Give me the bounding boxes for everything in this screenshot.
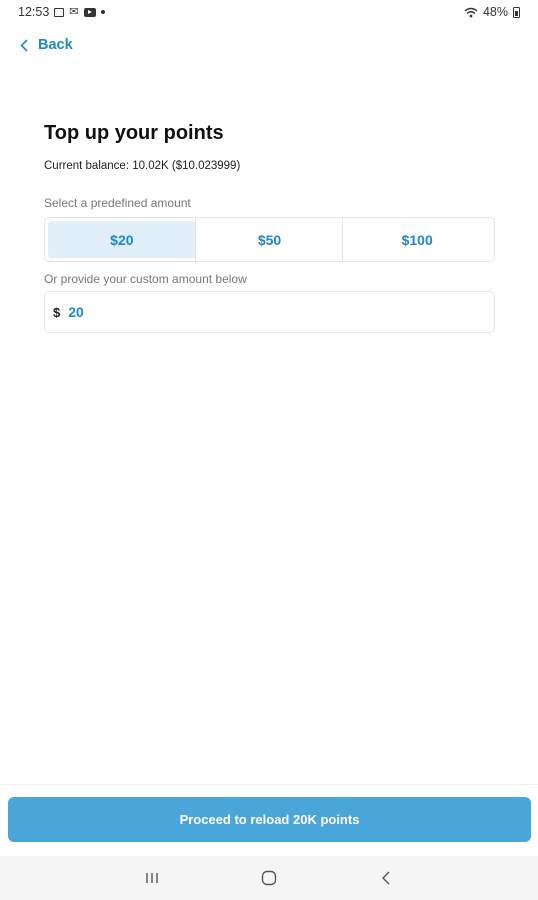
- battery-icon: [513, 6, 520, 18]
- custom-section-label: Or provide your custom amount below: [44, 272, 247, 286]
- more-notifications-icon: [100, 10, 105, 14]
- home-button[interactable]: [259, 868, 279, 888]
- wifi-icon: [464, 7, 478, 17]
- back-label: Back: [38, 37, 73, 53]
- preset-section-label: Select a predefined amount: [44, 196, 191, 210]
- proceed-button[interactable]: Proceed to reload 20K points: [8, 797, 531, 842]
- recent-apps-button[interactable]: [142, 868, 162, 888]
- system-back-button[interactable]: [376, 868, 396, 888]
- status-left: 12:53 ✉: [18, 5, 105, 19]
- page-title: Top up your points: [44, 122, 224, 144]
- preset-amount-group: $20 $50 $100: [44, 217, 495, 262]
- back-button[interactable]: Back: [20, 34, 73, 56]
- battery-percent: 48%: [482, 5, 508, 19]
- system-back-icon: [382, 871, 390, 885]
- preset-50-button[interactable]: $50: [194, 218, 344, 261]
- status-right: 48%: [464, 5, 520, 19]
- current-balance: Current balance: 10.02K ($10.023999): [44, 160, 241, 172]
- status-bar: 12:53 ✉ 48%: [0, 0, 538, 24]
- currency-symbol: $: [53, 304, 61, 320]
- gallery-notification-icon: [54, 7, 65, 17]
- preset-20-button[interactable]: $20: [48, 221, 196, 258]
- status-time: 12:53: [18, 5, 50, 19]
- mail-notification-icon: ✉: [69, 5, 79, 18]
- custom-amount-field: $: [44, 291, 495, 333]
- preset-100-button[interactable]: $100: [342, 218, 491, 261]
- home-icon: [261, 870, 277, 886]
- chevron-left-icon: [20, 38, 28, 52]
- youtube-notification-icon: [83, 7, 96, 17]
- custom-amount-input[interactable]: [68, 304, 469, 320]
- system-nav-bar: [0, 856, 538, 900]
- recent-apps-icon: [146, 873, 158, 883]
